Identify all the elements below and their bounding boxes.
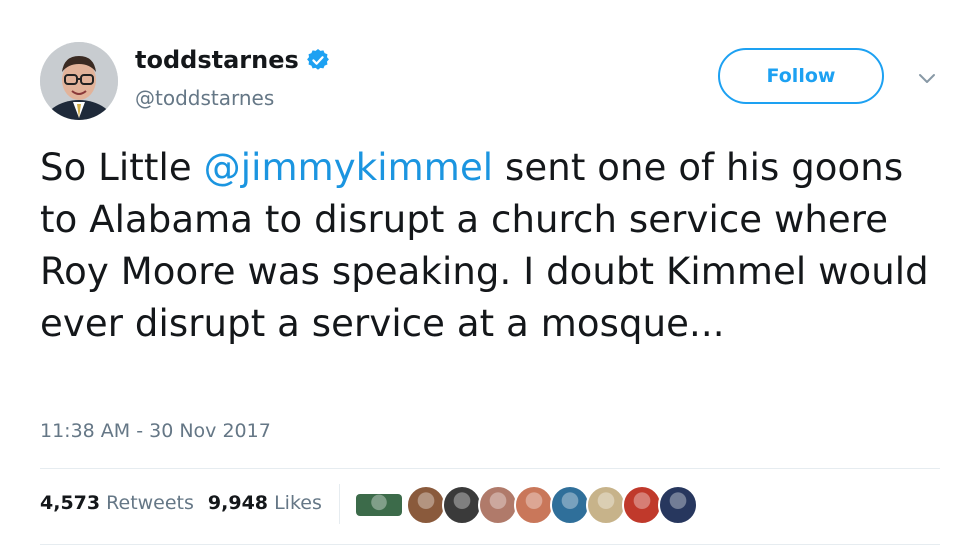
retweets-stat[interactable]: 4,573 Retweets [40,492,194,514]
liker-avatar-7[interactable] [586,485,626,525]
tweet-stats: 4,573 Retweets 9,948 Likes [40,492,322,514]
tweet-text-before: So Little [40,146,204,189]
tweet-timestamp[interactable]: 11:38 AM - 30 Nov 2017 [40,420,271,442]
avatar-image [40,42,118,120]
liker-avatar-4[interactable] [478,485,518,525]
liker-avatar-9[interactable] [658,485,698,525]
retweets-count: 4,573 [40,492,101,514]
chevron-down-icon[interactable] [916,70,938,86]
verified-badge-icon [306,49,329,70]
divider-bottom [40,544,940,545]
liker-avatar-1[interactable] [356,494,402,516]
liker-avatar-8[interactable] [622,485,662,525]
liker-avatar-5[interactable] [514,485,554,525]
likes-count: 9,948 [207,492,269,514]
avatar[interactable] [40,42,118,120]
likes-label: Likes [274,492,322,514]
display-name[interactable]: toddstarnes [135,46,299,74]
stats-separator [339,484,340,524]
divider-top [40,468,940,469]
retweets-label: Retweets [106,492,194,514]
likes-stat[interactable]: 9,948 Likes [208,492,322,514]
liker-avatar-3[interactable] [442,485,482,525]
liker-avatar-2[interactable] [406,485,446,525]
tweet-card: toddstarnes @toddstarnes Follow So Littl… [0,0,980,557]
follow-button[interactable]: Follow [718,48,884,104]
mention-link[interactable]: @jimmykimmel [204,146,494,189]
tweet-text: So Little @jimmykimmel sent one of his g… [40,142,940,350]
user-handle[interactable]: @toddstarnes [135,86,274,110]
liker-avatar-6[interactable] [550,485,590,525]
liker-avatars [356,485,698,525]
name-row: toddstarnes [135,46,329,74]
